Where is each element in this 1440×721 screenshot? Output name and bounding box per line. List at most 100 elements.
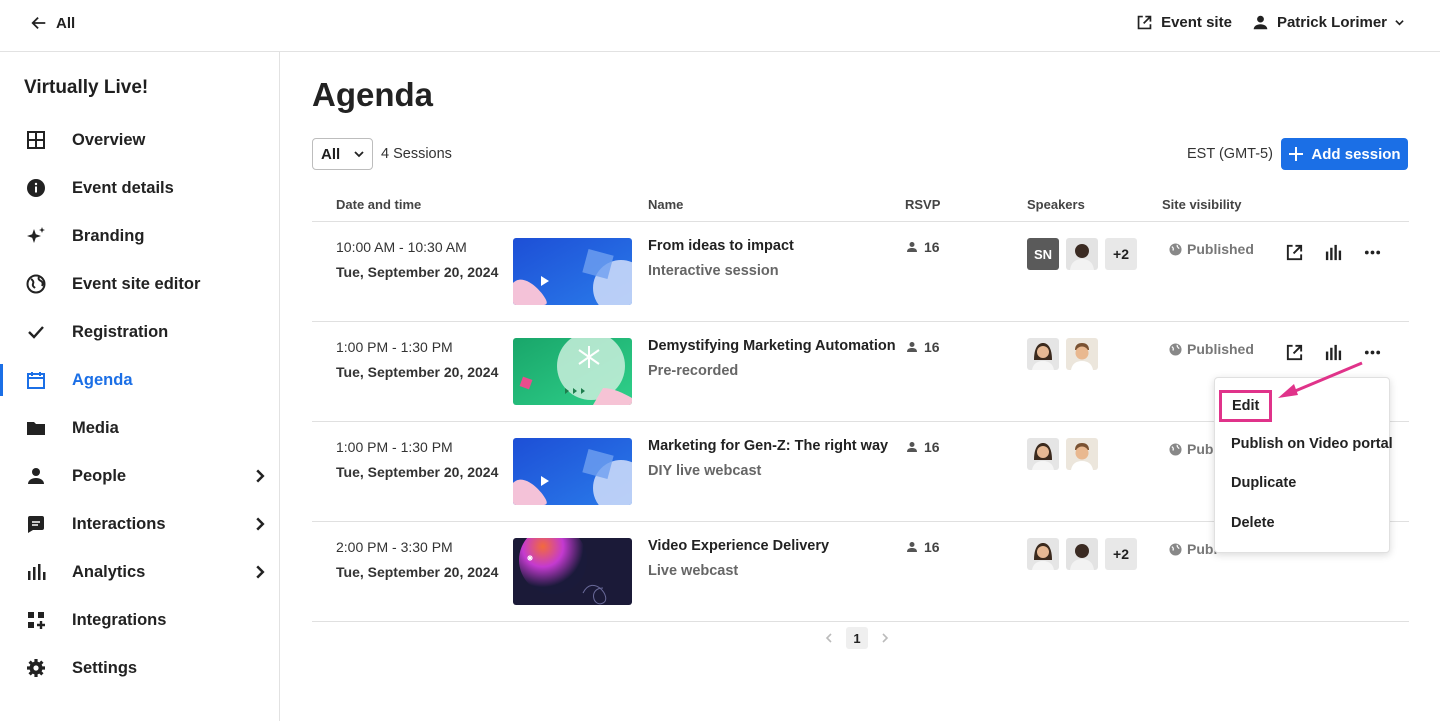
- session-name[interactable]: Marketing for Gen-Z: The right way: [648, 438, 888, 454]
- session-name[interactable]: Video Experience Delivery: [648, 538, 829, 554]
- open-session-button[interactable]: [1284, 342, 1304, 362]
- sidebar-item-integrations[interactable]: Integrations: [0, 596, 279, 644]
- chevron-right-icon[interactable]: [880, 633, 890, 643]
- bar-chart-icon: [1325, 244, 1341, 260]
- session-name[interactable]: Demystifying Marketing Automation: [648, 338, 896, 354]
- more-options-button[interactable]: [1362, 342, 1382, 362]
- session-type: DIY live webcast: [648, 463, 762, 479]
- user-menu[interactable]: Patrick Lorimer: [1252, 14, 1404, 31]
- session-time: 1:00 PM - 1:30 PM: [336, 439, 453, 455]
- sidebar-item-people[interactable]: People: [0, 452, 279, 500]
- speaker-more-count[interactable]: +2: [1105, 538, 1137, 570]
- column-header-speakers: Speakers: [1027, 197, 1085, 212]
- person-icon: [907, 242, 917, 252]
- add-session-button[interactable]: Add session: [1281, 138, 1408, 170]
- sidebar-item-analytics[interactable]: Analytics: [0, 548, 279, 596]
- speakers-list: [1027, 338, 1098, 370]
- menu-item-duplicate[interactable]: Duplicate: [1231, 475, 1296, 491]
- chevron-right-icon: [256, 517, 265, 531]
- session-type: Live webcast: [648, 563, 739, 579]
- sidebar-item-overview[interactable]: Overview: [0, 116, 279, 164]
- column-header-rsvp: RSVP: [905, 197, 941, 212]
- speaker-avatar[interactable]: [1027, 438, 1059, 470]
- person-icon: [25, 465, 47, 487]
- sidebar-item-registration[interactable]: Registration: [0, 308, 279, 356]
- sidebar-nav: Overview Event details Branding Event si…: [0, 116, 279, 692]
- rsvp-value: 16: [924, 539, 940, 555]
- open-session-button[interactable]: [1284, 242, 1304, 262]
- speaker-avatar[interactable]: [1027, 338, 1059, 370]
- chevron-left-icon[interactable]: [824, 633, 834, 643]
- event-site-link[interactable]: Event site: [1136, 14, 1232, 31]
- back-label: All: [56, 14, 76, 32]
- rsvp-count: 16: [906, 439, 940, 455]
- external-link-icon: [1137, 15, 1152, 30]
- bar-chart-icon: [1325, 344, 1341, 360]
- visibility-label: Published: [1187, 341, 1254, 357]
- sidebar-item-agenda[interactable]: Agenda: [0, 356, 279, 404]
- external-link-icon: [1286, 244, 1302, 260]
- check-icon: [25, 321, 47, 343]
- sidebar-item-branding[interactable]: Branding: [0, 212, 279, 260]
- calendar-icon: [25, 369, 47, 391]
- session-name[interactable]: From ideas to impact: [648, 238, 794, 254]
- table-row[interactable]: 10:00 AM - 10:30 AM Tue, September 20, 2…: [312, 222, 1409, 322]
- visibility-label: Publ: [1187, 441, 1218, 457]
- sidebar-item-label: Event site editor: [72, 274, 201, 293]
- row-actions: [1284, 242, 1382, 262]
- plus-icon: [1289, 147, 1304, 161]
- speakers-list: SN +2: [1027, 238, 1137, 270]
- more-horizontal-icon: [1364, 250, 1380, 254]
- rsvp-count: 16: [906, 239, 940, 255]
- filter-value: All: [321, 145, 341, 163]
- session-thumbnail: [513, 538, 632, 605]
- chevron-down-icon: [354, 151, 364, 158]
- sidebar-item-label: Integrations: [72, 610, 167, 629]
- sidebar-item-event-site-editor[interactable]: Event site editor: [0, 260, 279, 308]
- session-type: Pre-recorded: [648, 363, 739, 379]
- page-title: Agenda: [312, 76, 434, 113]
- menu-item-delete[interactable]: Delete: [1231, 515, 1275, 531]
- annotation-arrow-icon: [1278, 361, 1363, 398]
- speaker-avatar[interactable]: [1066, 538, 1098, 570]
- external-link-icon: [1286, 344, 1302, 360]
- sidebar-item-settings[interactable]: Settings: [0, 644, 279, 692]
- rsvp-value: 16: [924, 339, 940, 355]
- session-thumbnail: [513, 338, 632, 405]
- row-actions: [1284, 342, 1382, 362]
- sidebar-item-label: Registration: [72, 322, 169, 341]
- speaker-avatar[interactable]: [1066, 238, 1098, 270]
- chevron-down-icon: [1395, 20, 1404, 26]
- speaker-avatar[interactable]: [1027, 538, 1059, 570]
- sidebar-item-label: Event details: [72, 178, 174, 197]
- speaker-avatar[interactable]: [1066, 438, 1098, 470]
- more-options-button[interactable]: [1362, 242, 1382, 262]
- sidebar-item-interactions[interactable]: Interactions: [0, 500, 279, 548]
- speakers-list: [1027, 438, 1098, 470]
- event-site-label: Event site: [1161, 14, 1232, 31]
- session-time: 10:00 AM - 10:30 AM: [336, 239, 467, 255]
- event-name: Virtually Live!: [24, 77, 149, 98]
- menu-item-publish-video-portal[interactable]: Publish on Video portal: [1231, 436, 1393, 452]
- session-filter-select[interactable]: All: [312, 138, 373, 170]
- back-to-all-link[interactable]: All: [30, 14, 75, 32]
- globe-icon: [1169, 242, 1182, 256]
- page-number-current[interactable]: 1: [846, 627, 868, 649]
- speaker-avatar[interactable]: [1066, 338, 1098, 370]
- visibility-status: Publ: [1169, 541, 1217, 557]
- sidebar-item-event-details[interactable]: Event details: [0, 164, 279, 212]
- analytics-button[interactable]: [1323, 242, 1343, 262]
- session-date: Tue, September 20, 2024: [336, 364, 499, 380]
- visibility-status: Published: [1169, 241, 1254, 257]
- speaker-avatar-initials[interactable]: SN: [1027, 238, 1059, 270]
- session-date: Tue, September 20, 2024: [336, 564, 499, 580]
- rsvp-count: 16: [906, 339, 940, 355]
- sidebar-item-label: Settings: [72, 658, 138, 677]
- sidebar-item-media[interactable]: Media: [0, 404, 279, 452]
- add-session-label: Add session: [1311, 145, 1401, 163]
- menu-item-edit[interactable]: Edit: [1219, 390, 1273, 422]
- globe-icon: [25, 273, 47, 295]
- analytics-button[interactable]: [1323, 342, 1343, 362]
- speaker-more-count[interactable]: +2: [1105, 238, 1137, 270]
- user-name: Patrick Lorimer: [1276, 14, 1387, 31]
